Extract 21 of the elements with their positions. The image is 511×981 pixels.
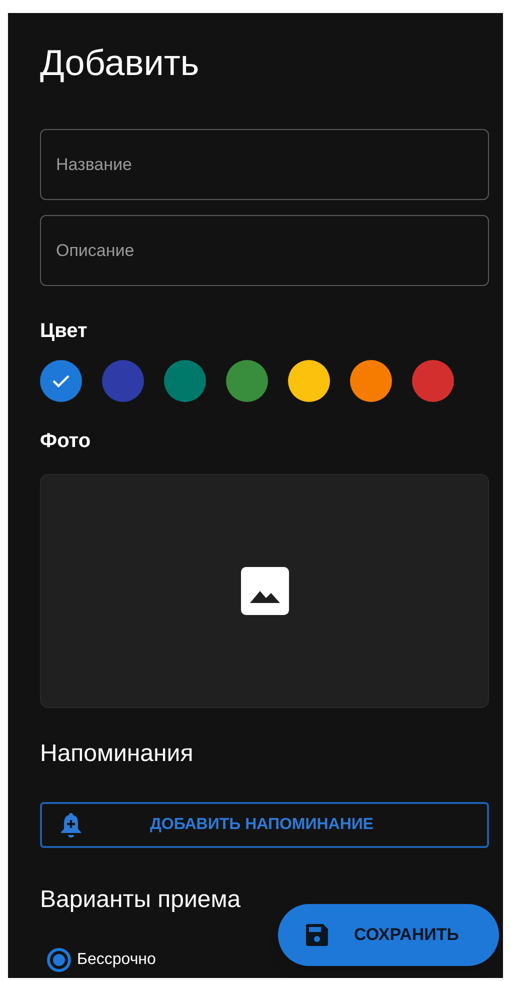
page-title: Добавить xyxy=(40,45,200,81)
section-heading: Варианты приема xyxy=(40,885,241,915)
save-button[interactable]: СОХРАНИТЬ xyxy=(278,904,499,966)
radio-button[interactable] xyxy=(47,948,71,972)
checkmark-icon xyxy=(52,374,70,388)
color-swatch[interactable] xyxy=(164,360,206,402)
color-swatch[interactable] xyxy=(226,360,268,402)
section-heading: Цвет xyxy=(40,319,88,344)
section-heading: Фото xyxy=(40,429,91,454)
color-swatch[interactable] xyxy=(102,360,144,402)
text-input-field[interactable]: Название xyxy=(40,129,489,200)
color-swatch[interactable] xyxy=(288,360,330,402)
color-swatch[interactable] xyxy=(40,360,82,402)
radio-label: Бессрочно xyxy=(77,950,156,970)
bell-plus-icon xyxy=(60,812,82,838)
text-input-field[interactable]: Описание xyxy=(40,215,489,286)
color-swatch[interactable] xyxy=(350,360,392,402)
image-icon xyxy=(240,567,288,615)
section-heading: Напоминания xyxy=(40,739,194,769)
add-reminder-button[interactable]: ДОБАВИТЬ НАПОМИНАНИЕ xyxy=(40,802,489,848)
color-swatch[interactable] xyxy=(412,360,454,402)
